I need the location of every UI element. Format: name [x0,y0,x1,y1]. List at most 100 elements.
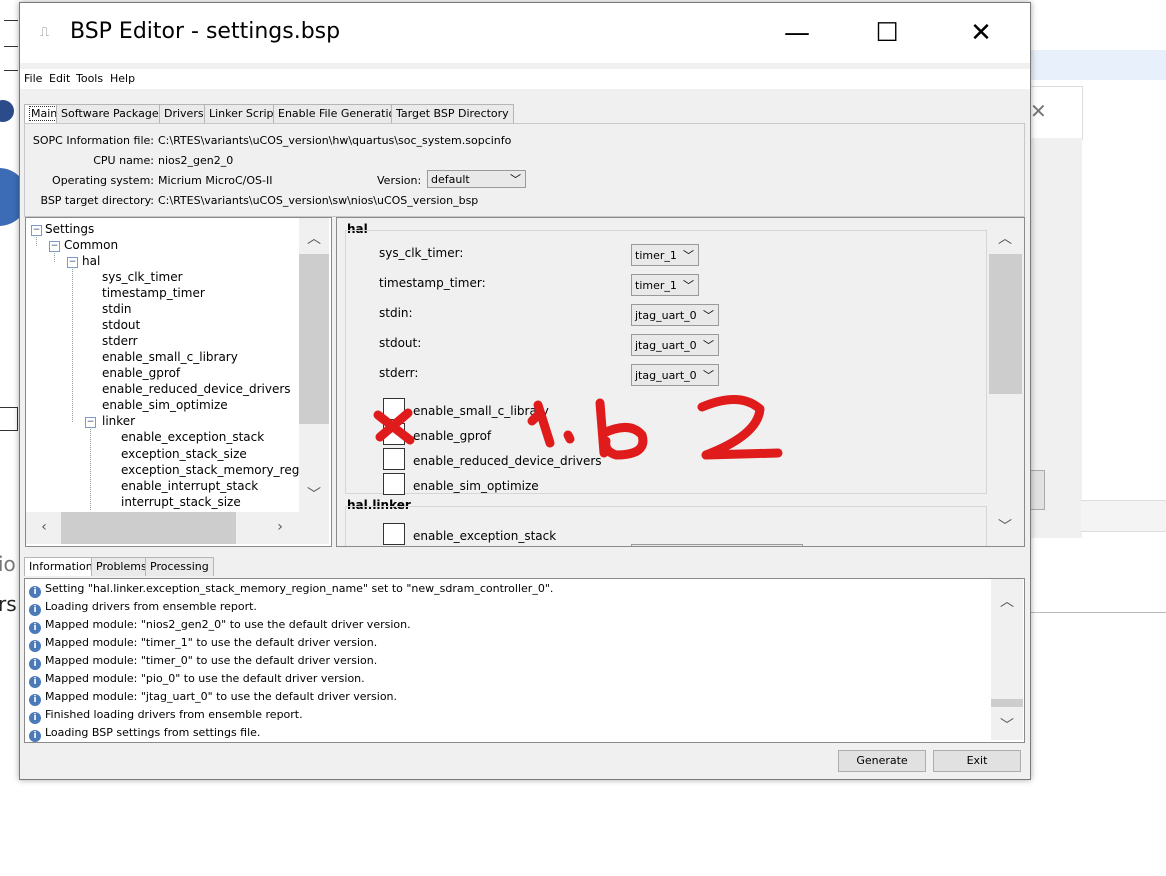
log-text: Finished loading drivers from ensemble r… [45,708,303,721]
minimize-button[interactable]: — [774,13,820,53]
tree-horizontal-scrollbar[interactable]: ‹ › [26,512,329,544]
tab-main-label: Main [29,106,60,121]
tab-software-packages[interactable]: Software Packages [56,104,170,123]
tree-node-hal[interactable]: hal [82,254,100,268]
tree-guide [72,266,73,422]
stdout-label: stdout: [379,336,422,350]
stdout-value: jtag_uart_0 [635,339,697,352]
tree-node-enable-small-c-library[interactable]: enable_small_c_library [102,350,238,364]
tree-node-common[interactable]: Common [64,238,118,252]
tree-node-stdin[interactable]: stdin [102,302,132,316]
collapse-linker-icon[interactable]: − [85,417,96,428]
exit-button[interactable]: Exit [933,750,1021,772]
log-line: i Mapped module: "timer_1" to use the def… [29,636,377,652]
tree-guide [90,426,91,510]
scroll-left-icon[interactable]: ‹ [34,519,54,535]
tree-node-linker[interactable]: linker [102,414,135,428]
stdin-select[interactable]: jtag_uart_0 ﹀ [631,304,719,326]
scroll-down-icon[interactable]: ﹀ [997,715,1017,735]
tree-node-exception-stack-size[interactable]: exception_stack_size [121,447,247,461]
tab-linker-script[interactable]: Linker Script [204,104,283,123]
bsp-dir-label: BSP target directory: [40,194,154,207]
sopc-value: C:\RTES\variants\uCOS_version\hw\quartus… [158,134,512,147]
tree-node-enable-interrupt-stack[interactable]: enable_interrupt_stack [121,479,258,493]
tree-hscroll-thumb[interactable] [61,512,236,544]
title-bar: ⎍ BSP Editor - settings.bsp — ☐ ✕ [20,3,1030,63]
tree-node-stderr[interactable]: stderr [102,334,138,348]
menu-help[interactable]: Help [110,72,135,85]
bsp-dir-value: C:\RTES\variants\uCOS_version\sw\nios\uC… [158,194,479,207]
scroll-down-icon[interactable]: ﹀ [304,484,324,504]
scroll-up-icon[interactable]: ︿ [997,591,1017,611]
background-left-circle-small [0,100,14,122]
info-icon: i [29,658,41,670]
background-button [1029,470,1045,510]
scroll-up-icon[interactable]: ︿ [995,228,1015,248]
menu-edit[interactable]: Edit [49,72,70,85]
menu-file[interactable]: File [24,72,42,85]
menu-tools[interactable]: Tools [76,72,103,85]
log-text: Mapped module: "timer_0" to use the defa… [45,654,378,667]
tab-target-bsp-directory[interactable]: Target BSP Directory [391,104,514,123]
info-icon: i [29,730,41,742]
log-text: Loading BSP settings from settings file. [45,726,261,739]
info-icon: i [29,676,41,688]
collapse-hal-icon[interactable]: − [67,257,78,268]
background-left-box [0,407,18,431]
tab-problems[interactable]: Problems [91,557,152,576]
enable-exception-stack-label: enable_exception_stack [413,529,557,543]
tab-drivers[interactable]: Drivers [159,104,209,123]
app-icon: ⎍ [40,25,50,40]
sys-clk-timer-select[interactable]: timer_1 ﹀ [631,244,699,266]
chevron-down-icon: ﹀ [703,339,714,352]
chevron-down-icon: ﹀ [703,369,714,382]
maximize-button[interactable]: ☐ [864,13,910,53]
sys-clk-timer-value: timer_1 [635,249,677,262]
scroll-up-icon[interactable]: ︿ [304,228,324,248]
tab-information[interactable]: Information [24,557,98,576]
log-line: i Mapped module: "jtag_uart_0" to use the… [29,690,397,706]
tab-processing[interactable]: Processing [145,557,214,576]
tree-node-sys-clk-timer[interactable]: sys_clk_timer [102,270,183,284]
background-window-strip [1020,50,1166,80]
tree-node-stdout[interactable]: stdout [102,318,140,332]
stderr-select[interactable]: jtag_uart_0 ﹀ [631,364,719,386]
timestamp-timer-label: timestamp_timer: [379,276,486,290]
timestamp-timer-select[interactable]: timer_1 ﹀ [631,274,699,296]
collapse-settings-icon[interactable]: − [31,225,42,236]
log-line: i Mapped module: "pio_0" to use the defau… [29,672,365,688]
generate-button[interactable]: Generate [838,750,926,772]
partial-select[interactable] [631,544,803,546]
information-log: i Setting "hal.linker.exception_stack_mem… [24,578,1025,743]
chevron-down-icon: ﹀ [703,309,714,322]
tree-node-timestamp-timer[interactable]: timestamp_timer [102,286,205,300]
version-select[interactable]: default ﹀ [427,170,526,188]
background-close-icon: ✕ [1030,99,1047,123]
enable-sim-optimize-checkbox[interactable] [383,473,405,495]
os-label: Operating system: [52,174,154,187]
chevron-down-icon: ﹀ [683,279,694,292]
tree-node-enable-reduced-device-drivers[interactable]: enable_reduced_device_drivers [102,382,291,396]
log-vertical-scrollbar[interactable]: ︿ ﹀ [991,579,1023,740]
collapse-common-icon[interactable]: − [49,241,60,252]
cpu-value: nios2_gen2_0 [158,154,234,167]
scroll-right-icon[interactable]: › [270,519,290,535]
scroll-down-icon[interactable]: ﹀ [995,516,1015,536]
tree-node-enable-exception-stack[interactable]: enable_exception_stack [121,430,264,444]
tree-vertical-scrollbar[interactable]: ︿ ﹀ [299,218,329,512]
timestamp-timer-value: timer_1 [635,279,677,292]
close-button[interactable]: ✕ [958,13,1004,53]
tab-enable-file-generation[interactable]: Enable File Generation [273,104,408,123]
enable-exception-stack-checkbox[interactable] [383,523,405,545]
properties-vertical-scrollbar[interactable]: ︿ ﹀ [989,218,1022,544]
stdout-select[interactable]: jtag_uart_0 ﹀ [631,334,719,356]
background-text-rs: rs [0,592,17,616]
tree-node-interrupt-stack-size[interactable]: interrupt_stack_size [121,495,241,509]
tree-node-enable-sim-optimize[interactable]: enable_sim_optimize [102,398,228,412]
tree-node-exception-stack-memory-region[interactable]: exception_stack_memory_region [121,463,318,477]
tree-vscroll-thumb[interactable] [299,254,329,424]
tree-node-settings[interactable]: Settings [45,222,94,236]
tree-node-enable-gprof[interactable]: enable_gprof [102,366,180,380]
log-vscroll-thumb[interactable] [991,699,1023,707]
properties-vscroll-thumb[interactable] [989,254,1022,394]
